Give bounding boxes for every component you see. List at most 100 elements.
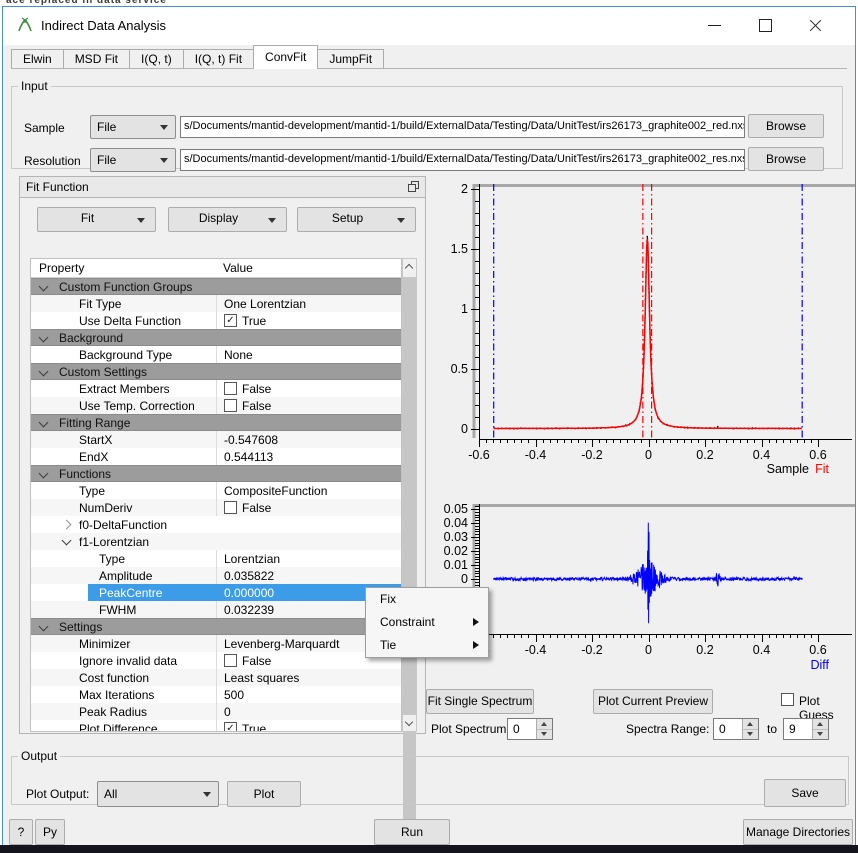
table-row[interactable]: Background TypeNone	[31, 346, 401, 363]
table-row[interactable]: FWHM0.032239	[31, 601, 401, 618]
table-row[interactable]: Extract MembersFalse	[31, 380, 401, 397]
title-bar[interactable]: Indirect Data Analysis	[3, 7, 855, 45]
checkbox-checked-icon[interactable]: ✓	[224, 314, 237, 327]
menu-item-fix[interactable]: Fix	[366, 588, 488, 611]
manage-directories-button[interactable]: Manage Directories	[743, 819, 853, 845]
tab-i-q-t-fit[interactable]: I(Q, t) Fit	[183, 49, 254, 69]
resolution-source-combo[interactable]: File	[90, 148, 176, 172]
table-row[interactable]: Ignore invalid dataFalse	[31, 652, 401, 669]
table-row[interactable]: Max Iterations500	[31, 686, 401, 703]
property-value[interactable]: One Lorentzian	[216, 295, 401, 312]
property-value[interactable]: CompositeFunction	[216, 482, 401, 499]
property-value[interactable]: ✓True	[216, 312, 401, 329]
tab-msd-fit[interactable]: MSD Fit	[63, 49, 130, 69]
tab-elwin[interactable]: Elwin	[11, 49, 64, 69]
save-button[interactable]: Save	[764, 779, 846, 807]
table-group-row[interactable]: Custom Settings	[31, 363, 401, 380]
property-value[interactable]: 0	[216, 703, 401, 720]
table-row[interactable]: Use Delta Function✓True	[31, 312, 401, 329]
chevron-right-icon[interactable]	[62, 520, 72, 530]
plot-spectrum-spinbox[interactable]: 0	[507, 718, 553, 740]
property-value[interactable]: Least squares	[216, 669, 401, 686]
table-row[interactable]: Peak Radius0	[31, 703, 401, 720]
plot-output-combo[interactable]: All	[97, 781, 219, 807]
sample-source-combo[interactable]: File	[90, 115, 176, 139]
table-row[interactable]: Plot Difference✓True	[31, 720, 401, 732]
tab-jumpfit[interactable]: JumpFit	[317, 49, 384, 69]
checkbox-checked-icon[interactable]: ✓	[224, 722, 237, 732]
table-row[interactable]: TypeLorentzian	[31, 550, 401, 567]
table-row[interactable]: MinimizerLevenberg-Marquardt	[31, 635, 401, 652]
table-branch-row[interactable]: f0-DeltaFunction	[31, 516, 401, 533]
chevron-down-icon[interactable]	[39, 469, 49, 479]
fit-menu-button[interactable]: Fit	[37, 207, 156, 232]
table-group-row[interactable]: Functions	[31, 465, 401, 482]
chevron-down-icon[interactable]	[39, 622, 49, 632]
tab-convfit[interactable]: ConvFit	[253, 45, 318, 69]
spectra-range-to-spinbox[interactable]: 9	[783, 718, 829, 740]
table-group-row[interactable]: Custom Function Groups	[31, 278, 401, 295]
property-value[interactable]: False	[216, 499, 401, 516]
setup-menu-button[interactable]: Setup	[297, 207, 416, 232]
menu-item-constraint[interactable]: Constraint	[366, 611, 488, 634]
property-value[interactable]: False	[216, 380, 401, 397]
table-row[interactable]: Fit TypeOne Lorentzian	[31, 295, 401, 312]
python-export-button[interactable]: Py	[35, 819, 65, 845]
fit-single-spectrum-button[interactable]: Fit Single Spectrum	[426, 689, 534, 714]
table-row[interactable]: Amplitude0.035822	[31, 567, 401, 584]
scroll-up-icon[interactable]	[403, 259, 416, 275]
chevron-down-icon[interactable]	[62, 536, 72, 546]
table-group-row[interactable]: Background	[31, 329, 401, 346]
checkbox-unchecked-icon[interactable]	[224, 382, 237, 395]
chevron-down-icon[interactable]	[39, 418, 49, 428]
resolution-browse-button[interactable]: Browse	[748, 147, 824, 171]
plot-guess-checkbox[interactable]	[781, 693, 794, 706]
sample-browse-button[interactable]: Browse	[748, 114, 824, 138]
scroll-down-icon[interactable]	[403, 715, 416, 731]
property-value[interactable]: None	[216, 346, 401, 363]
plot-current-preview-button[interactable]: Plot Current Preview	[593, 689, 713, 714]
chevron-down-icon[interactable]	[39, 282, 49, 292]
help-button[interactable]: ?	[9, 819, 33, 845]
chevron-down-icon[interactable]	[39, 367, 49, 377]
spin-down-icon[interactable]	[813, 729, 828, 739]
table-row[interactable]: NumDerivFalse	[31, 499, 401, 516]
property-value[interactable]: ✓True	[216, 720, 401, 732]
sample-fit-preview-plot[interactable]: -0.6-0.4-0.200.20.40.600.511.52SampleFit	[431, 176, 855, 491]
menu-item-tie[interactable]: Tie	[366, 634, 488, 657]
property-value[interactable]: 500	[216, 686, 401, 703]
chevron-down-icon[interactable]	[39, 333, 49, 343]
spin-down-icon[interactable]	[743, 729, 758, 739]
fit-function-titlebar[interactable]: Fit Function	[20, 177, 425, 198]
table-row[interactable]: PeakCentre0.000000	[31, 584, 401, 601]
checkbox-unchecked-icon[interactable]	[224, 654, 237, 667]
property-value[interactable]: 0.544113	[216, 448, 401, 465]
spectra-range-from-spinbox[interactable]: 0	[713, 718, 759, 740]
close-button[interactable]	[793, 7, 837, 41]
resolution-file-field[interactable]: s/Documents/mantid-development/mantid-1/…	[180, 149, 745, 171]
property-value[interactable]: Lorentzian	[216, 550, 401, 567]
checkbox-unchecked-icon[interactable]	[224, 399, 237, 412]
table-row[interactable]: StartX-0.547608	[31, 431, 401, 448]
display-menu-button[interactable]: Display	[168, 207, 287, 232]
maximize-button[interactable]	[743, 7, 787, 41]
minimize-button[interactable]	[693, 7, 737, 41]
checkbox-unchecked-icon[interactable]	[224, 501, 237, 514]
table-scrollbar[interactable]	[402, 258, 417, 732]
table-row[interactable]: TypeCompositeFunction	[31, 482, 401, 499]
property-value[interactable]: 0.035822	[216, 567, 401, 584]
sample-file-field[interactable]: s/Documents/mantid-development/mantid-1/…	[180, 116, 745, 138]
float-panel-icon[interactable]	[408, 181, 419, 192]
property-value[interactable]: -0.547608	[216, 431, 401, 448]
table-row[interactable]: EndX0.544113	[31, 448, 401, 465]
table-row[interactable]: Use Temp. CorrectionFalse	[31, 397, 401, 414]
tab-i-q-t[interactable]: I(Q, t)	[129, 49, 184, 69]
property-value[interactable]: False	[216, 397, 401, 414]
table-group-row[interactable]: Settings	[31, 618, 401, 635]
plot-button[interactable]: Plot	[227, 781, 301, 807]
run-button[interactable]: Run	[374, 819, 450, 845]
table-group-row[interactable]: Fitting Range	[31, 414, 401, 431]
table-row[interactable]: Cost functionLeast squares	[31, 669, 401, 686]
difference-plot[interactable]: -0.6-0.4-0.200.20.40.600.010.020.030.040…	[431, 491, 855, 683]
table-branch-row[interactable]: f1-Lorentzian	[31, 533, 401, 550]
